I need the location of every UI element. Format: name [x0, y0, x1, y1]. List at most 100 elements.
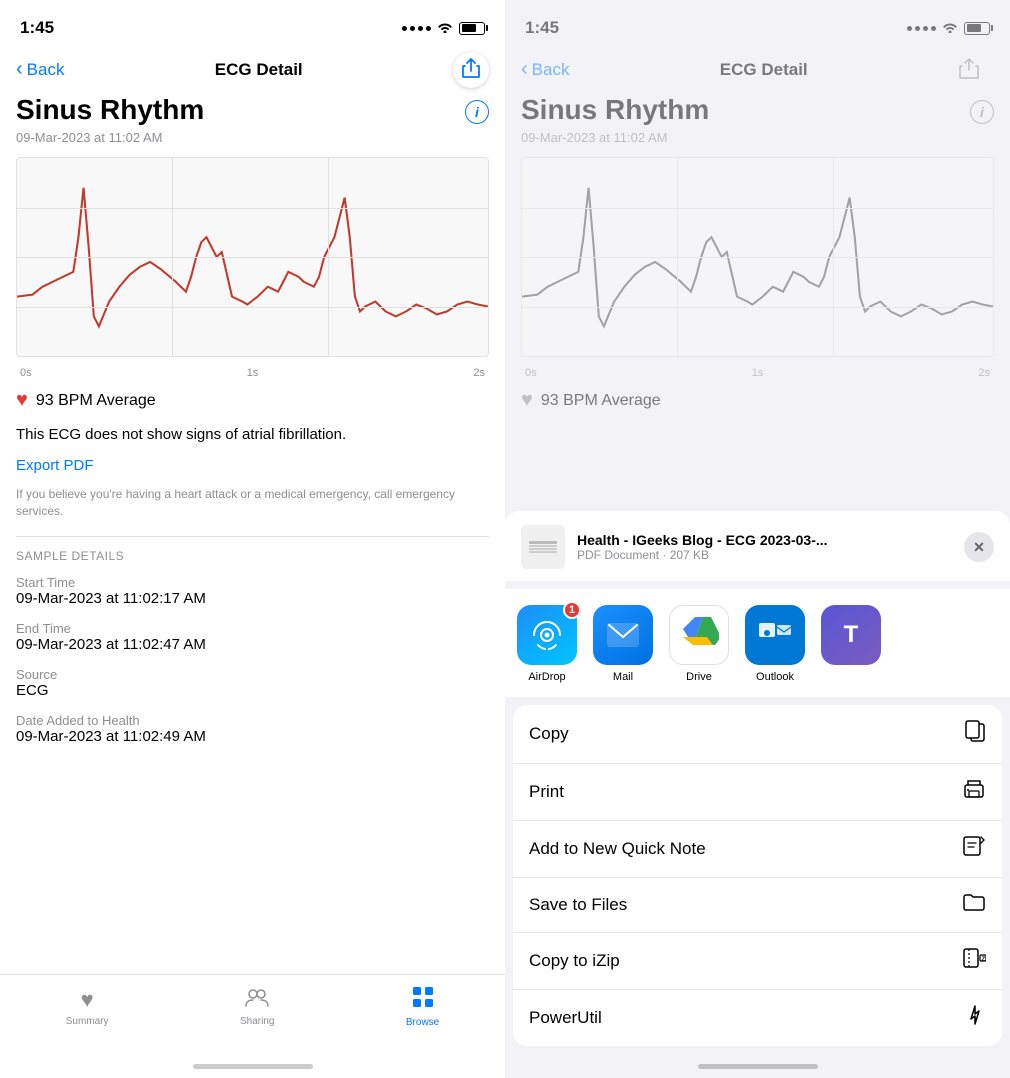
right-nav-bar: ‹ Back ECG Detail: [505, 50, 1010, 94]
more-icon-bg: T: [821, 605, 881, 665]
share-apps-row: 1 AirDrop Mail: [505, 589, 1010, 697]
share-file-meta: PDF Document · 207 KB: [577, 548, 952, 562]
left-battery-icon: [459, 22, 485, 35]
left-chart-label-0: 0s: [20, 367, 32, 379]
airdrop-icon-wrap: 1: [517, 605, 577, 665]
tab-summary-label: Summary: [66, 1016, 109, 1027]
share-close-icon: ✕: [973, 539, 985, 556]
right-share-placeholder: [958, 57, 994, 84]
action-powerutil-label: PowerUtil: [529, 1008, 602, 1028]
share-app-drive[interactable]: Drive: [669, 605, 729, 683]
left-value-date-added: 09-Mar-2023 at 11:02:49 AM: [16, 728, 489, 745]
right-bpm-row: ♥ 93 BPM Average: [521, 389, 994, 412]
action-copy[interactable]: Copy: [513, 705, 1002, 764]
drive-icon-bg: [669, 605, 729, 665]
tab-browse[interactable]: Browse: [406, 986, 439, 1028]
action-copy-label: Copy: [529, 724, 569, 744]
mail-label: Mail: [613, 671, 633, 683]
right-status-right: [907, 20, 990, 36]
left-battery-fill: [462, 24, 477, 32]
right-chart-label-1: 1s: [752, 367, 764, 379]
action-save-files[interactable]: Save to Files: [513, 878, 1002, 933]
left-tab-bar: ♥ Summary Sharing Bro: [0, 974, 505, 1054]
powerutil-icon: [964, 1004, 986, 1032]
action-copy-izip-label: Copy to iZip: [529, 951, 620, 971]
drive-icon-wrap: [669, 605, 729, 665]
left-divider: [16, 536, 489, 537]
left-bpm-text: 93 BPM Average: [36, 392, 156, 410]
share-header: Health - IGeeks Blog - ECG 2023-03-... P…: [505, 511, 1010, 581]
left-status-time: 1:45: [20, 18, 54, 38]
save-files-icon: [962, 892, 986, 918]
tab-sharing-label: Sharing: [240, 1016, 274, 1027]
left-detail-start-time: Start Time 09-Mar-2023 at 11:02:17 AM: [16, 575, 489, 607]
share-close-button[interactable]: ✕: [964, 532, 994, 562]
left-chart-label-2: 2s: [473, 367, 485, 379]
share-file-thumbnail: [521, 525, 565, 569]
left-panel: 1:45 ‹ Back ECG Detail: [0, 0, 505, 1078]
left-ecg-chart: [16, 157, 489, 357]
right-back-label: Back: [532, 60, 570, 80]
share-app-airdrop[interactable]: 1 AirDrop: [517, 605, 577, 683]
outlook-label: Outlook: [756, 671, 794, 683]
action-quick-note-label: Add to New Quick Note: [529, 839, 706, 859]
right-home-bar: [698, 1064, 818, 1069]
right-home-indicator: [505, 1054, 1010, 1078]
tab-sharing[interactable]: Sharing: [240, 987, 274, 1027]
more-icon-label: T: [844, 621, 859, 649]
left-info-icon[interactable]: i: [465, 100, 489, 124]
action-quick-note[interactable]: Add to New Quick Note: [513, 821, 1002, 878]
right-info-icon: i: [970, 100, 994, 124]
share-app-more[interactable]: T: [821, 605, 881, 683]
share-sheet: Health - IGeeks Blog - ECG 2023-03-... P…: [505, 511, 1010, 1078]
action-powerutil[interactable]: PowerUtil: [513, 990, 1002, 1046]
left-home-indicator: [0, 1054, 505, 1078]
left-nav-title: ECG Detail: [215, 60, 303, 80]
share-app-mail[interactable]: Mail: [593, 605, 653, 683]
left-back-button[interactable]: ‹ Back: [16, 59, 64, 81]
right-panel: 1:45: [505, 0, 1010, 1078]
svg-text:Z: Z: [982, 957, 986, 963]
outlook-icon-bg: [745, 605, 805, 665]
airdrop-badge: 1: [563, 601, 581, 619]
right-wifi-icon: [942, 20, 958, 36]
airdrop-label: AirDrop: [528, 671, 565, 683]
tab-sharing-icon: [245, 987, 269, 1013]
right-panel-bg: 1:45: [505, 0, 1010, 1078]
left-date: 09-Mar-2023 at 11:02 AM: [16, 130, 489, 145]
left-sample-header: SAMPLE DETAILS: [16, 549, 489, 563]
left-detail-date-added: Date Added to Health 09-Mar-2023 at 11:0…: [16, 713, 489, 745]
right-back-chevron-icon: ‹: [521, 58, 528, 81]
left-export-link[interactable]: Export PDF: [16, 457, 489, 474]
left-detail-end-time: End Time 09-Mar-2023 at 11:02:47 AM: [16, 621, 489, 653]
print-icon: [962, 778, 986, 806]
tab-summary[interactable]: ♥ Summary: [66, 987, 109, 1027]
right-nav-title: ECG Detail: [720, 60, 808, 80]
share-app-outlook[interactable]: Outlook: [745, 605, 805, 683]
left-nav-bar: ‹ Back ECG Detail: [0, 50, 505, 94]
left-home-bar: [193, 1064, 313, 1069]
signal-dot-3: [418, 26, 423, 31]
signal-dot-4: [426, 26, 431, 31]
left-value-start-time: 09-Mar-2023 at 11:02:17 AM: [16, 590, 489, 607]
left-title-row: Sinus Rhythm i: [16, 94, 489, 130]
left-back-label: Back: [27, 60, 65, 80]
right-heart-icon: ♥: [521, 389, 533, 412]
left-share-button[interactable]: [453, 52, 489, 88]
share-file-info: Health - IGeeks Blog - ECG 2023-03-... P…: [577, 532, 952, 562]
action-print[interactable]: Print: [513, 764, 1002, 821]
right-date: 09-Mar-2023 at 11:02 AM: [521, 130, 994, 145]
right-heading: Sinus Rhythm: [521, 94, 709, 126]
action-copy-izip[interactable]: Copy to iZip Z: [513, 933, 1002, 990]
left-heading: Sinus Rhythm: [16, 94, 204, 126]
mail-icon-bg: [593, 605, 653, 665]
left-wifi-icon: [437, 20, 453, 36]
more-icon-wrap: T: [821, 605, 881, 665]
right-battery-icon: [964, 22, 990, 35]
left-label-source: Source: [16, 667, 489, 682]
left-status-right: [402, 20, 485, 36]
copy-icon: [964, 719, 986, 749]
left-chart-label-1: 1s: [247, 367, 259, 379]
left-chart-labels: 0s 1s 2s: [16, 367, 489, 379]
left-signal-dots: [402, 26, 431, 31]
